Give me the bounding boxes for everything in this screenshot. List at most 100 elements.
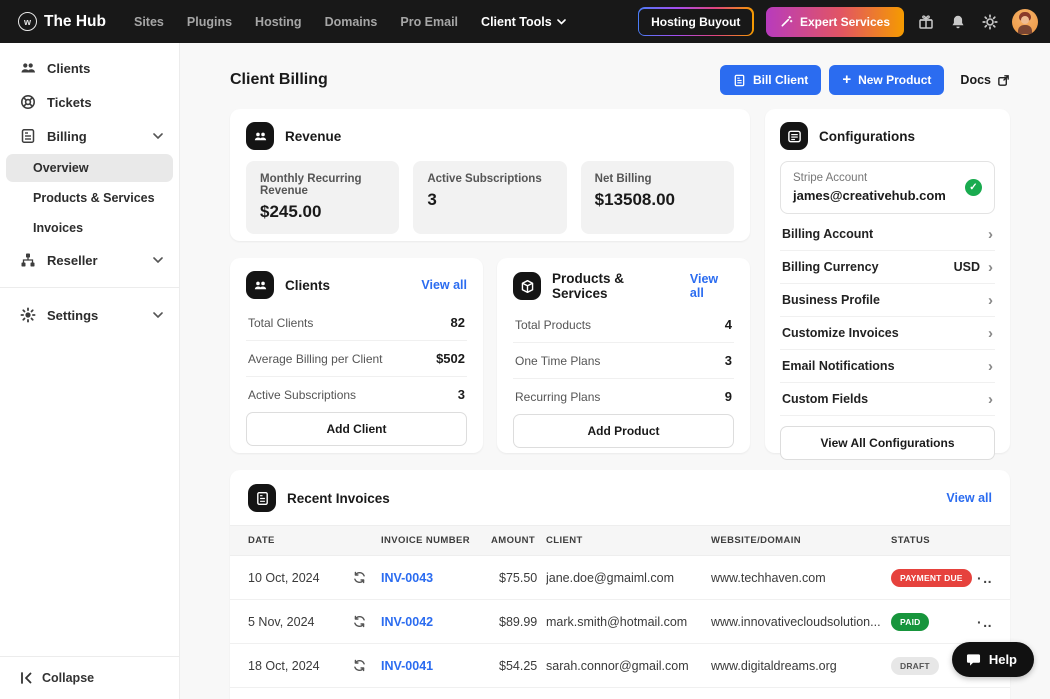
chevron-right-icon: › [988, 359, 993, 374]
config-item-business-profile[interactable]: Business Profile › [780, 284, 995, 317]
hosting-buyout-button[interactable]: Hosting Buyout [638, 7, 754, 36]
chevron-down-icon [153, 312, 163, 318]
row-actions-menu-button[interactable]: ··· [977, 614, 992, 630]
stripe-account-email: james@creativehub.com [793, 188, 946, 203]
chevron-right-icon: › [988, 293, 993, 308]
sidebar-subitem-overview[interactable]: Overview [6, 154, 173, 182]
chevron-down-icon [153, 133, 163, 139]
sidebar-item-clients[interactable]: Clients [0, 51, 179, 85]
clients-icon [246, 271, 274, 299]
column-header-invoice-number: INVOICE NUMBER [381, 535, 491, 546]
invoice-domain: www.digitaldreams.org [711, 659, 891, 673]
stripe-account-label: Stripe Account [793, 172, 946, 184]
config-item-email-notifications[interactable]: Email Notifications › [780, 350, 995, 383]
stat-tile-mrr: Monthly Recurring Revenue $245.00 [246, 161, 399, 234]
row-actions-menu-button[interactable]: ··· [977, 570, 992, 586]
nav-item-domains[interactable]: Domains [325, 15, 378, 29]
invoice-table-row: 18 Oct, 2024 INV-0041 $54.25 sarah.conno… [230, 644, 1010, 688]
column-header-website-domain: WEBSITE/DOMAIN [711, 535, 891, 546]
gear-icon [20, 307, 36, 323]
user-avatar[interactable] [1012, 9, 1038, 35]
settings-gear-icon[interactable] [980, 12, 1000, 32]
chevron-down-icon [557, 19, 566, 25]
logo-text: The Hub [44, 13, 106, 31]
stripe-account-box: Stripe Account james@creativehub.com ✓ [780, 161, 995, 214]
recurring-icon [353, 615, 381, 628]
collapse-icon [20, 672, 33, 684]
recent-invoices-icon [248, 484, 276, 512]
column-header-date: DATE [248, 535, 381, 546]
invoice-number-link[interactable]: INV-0041 [381, 659, 491, 673]
revenue-icon [246, 122, 274, 150]
chevron-right-icon: › [988, 227, 993, 242]
revenue-title: Revenue [285, 129, 341, 144]
sidebar: Clients Tickets Billing Overview Product… [0, 43, 180, 699]
hub-logo[interactable]: w The Hub [18, 12, 106, 31]
add-client-button[interactable]: Add Client [246, 412, 467, 446]
nav-item-pro-email[interactable]: Pro Email [400, 15, 458, 29]
invoice-client: jane.doe@gmaiml.com [546, 571, 711, 585]
external-link-icon [997, 74, 1010, 87]
config-item-billing-currency[interactable]: Billing Currency USD› [780, 251, 995, 284]
column-header-amount: AMOUNT [491, 535, 546, 546]
metric-row-total-products: Total Products4 [513, 307, 734, 343]
clients-card-title: Clients [285, 278, 330, 293]
status-badge: PAYMENT DUE [891, 569, 972, 587]
sidebar-item-billing[interactable]: Billing [0, 119, 179, 153]
nav-item-hosting[interactable]: Hosting [255, 15, 302, 29]
page-title: Client Billing [230, 71, 328, 89]
config-item-custom-fields[interactable]: Custom Fields › [780, 383, 995, 416]
chevron-right-icon: › [988, 392, 993, 407]
nav-item-sites[interactable]: Sites [134, 15, 164, 29]
chevron-down-icon [153, 257, 163, 263]
invoices-view-all-link[interactable]: View all [946, 491, 992, 505]
sidebar-subitem-invoices[interactable]: Invoices [6, 214, 173, 242]
config-item-customize-invoices[interactable]: Customize Invoices › [780, 317, 995, 350]
config-item-billing-account[interactable]: Billing Account › [780, 218, 995, 251]
docs-link[interactable]: Docs [960, 73, 1010, 87]
recent-invoices-title: Recent Invoices [287, 491, 390, 506]
clients-view-all-link[interactable]: View all [421, 278, 467, 292]
products-view-all-link[interactable]: View all [690, 272, 734, 300]
invoice-domain: www.innovativecloudsolution... [711, 615, 891, 629]
new-product-button[interactable]: + New Product [829, 65, 944, 95]
column-header-status: STATUS [891, 535, 977, 546]
bill-client-button[interactable]: Bill Client [720, 65, 821, 95]
wpmudev-logo-icon: w [18, 12, 37, 31]
sidebar-subitem-products-services[interactable]: Products & Services [6, 184, 173, 212]
invoice-table-row: 10 Oct, 2024 INV-0043 $75.50 jane.doe@gm… [230, 556, 1010, 600]
invoice-number-link[interactable]: INV-0043 [381, 571, 491, 585]
life-buoy-icon [20, 94, 36, 110]
expert-services-button[interactable]: Expert Services [766, 7, 904, 37]
connected-check-icon: ✓ [965, 179, 982, 196]
sidebar-item-tickets[interactable]: Tickets [0, 85, 179, 119]
help-button[interactable]: Help [952, 642, 1034, 677]
status-badge: DRAFT [891, 657, 939, 675]
notifications-bell-icon[interactable] [948, 12, 968, 32]
invoice-table-row: 5 Nov, 2024 INV-0042 $89.99 mark.smith@h… [230, 600, 1010, 644]
recurring-icon [353, 571, 381, 584]
clients-card: Clients View all Total Clients82 Average… [230, 258, 483, 453]
sidebar-item-reseller[interactable]: Reseller [0, 243, 179, 277]
gift-icon[interactable] [916, 12, 936, 32]
revenue-card: Revenue Monthly Recurring Revenue $245.0… [230, 109, 750, 241]
nav-item-plugins[interactable]: Plugins [187, 15, 232, 29]
metric-row-active-subscriptions: Active Subscriptions3 [246, 377, 467, 412]
users-icon [20, 60, 36, 76]
column-header-client: CLIENT [546, 535, 711, 546]
sidebar-collapse-button[interactable]: Collapse [0, 656, 179, 699]
configurations-icon [780, 122, 808, 150]
invoices-table-header: DATE INVOICE NUMBER AMOUNT CLIENT WEBSIT… [230, 525, 1010, 556]
invoice-number-link[interactable]: INV-0042 [381, 615, 491, 629]
nav-item-client-tools[interactable]: Client Tools [481, 15, 566, 29]
products-card-title: Products & Services [552, 271, 679, 301]
invoice-domain: www.techhaven.com [711, 571, 891, 585]
recent-invoices-card: Recent Invoices View all DATE INVOICE NU… [230, 470, 1010, 699]
invoice-client: sarah.connor@gmail.com [546, 659, 711, 673]
add-product-button[interactable]: Add Product [513, 414, 734, 448]
stat-tile-net-billing: Net Billing $13508.00 [581, 161, 734, 234]
view-all-configurations-button[interactable]: View All Configurations [780, 426, 995, 460]
stat-tile-active-subscriptions: Active Subscriptions 3 [413, 161, 566, 234]
invoice-amount: $75.50 [491, 571, 546, 585]
sidebar-item-settings[interactable]: Settings [0, 298, 179, 332]
